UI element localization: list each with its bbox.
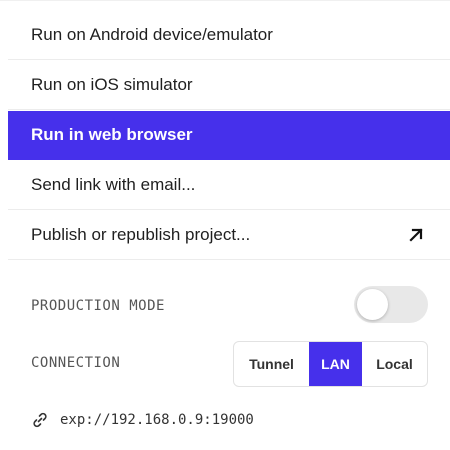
connection-label: CONNECTION xyxy=(31,355,121,371)
production-mode-toggle[interactable] xyxy=(354,286,428,323)
send-link-item[interactable]: Send link with email... xyxy=(8,161,450,210)
publish-label: Publish or republish project... xyxy=(31,225,251,244)
connection-lan-option[interactable]: LAN xyxy=(309,342,362,386)
project-url-row: exp://192.168.0.9:19000 xyxy=(31,410,254,430)
project-url[interactable]: exp://192.168.0.9:19000 xyxy=(60,412,254,428)
connection-tunnel-option[interactable]: Tunnel xyxy=(234,342,309,386)
send-link-label: Send link with email... xyxy=(31,175,196,194)
connection-local-option[interactable]: Local xyxy=(362,342,427,386)
top-divider xyxy=(0,0,450,11)
run-android-label: Run on Android device/emulator xyxy=(31,25,273,44)
run-web-label: Run in web browser xyxy=(31,125,193,144)
run-ios-item[interactable]: Run on iOS simulator xyxy=(8,61,450,110)
arrow-up-right-icon xyxy=(406,225,426,245)
production-mode-label: PRODUCTION MODE xyxy=(31,298,165,314)
run-android-item[interactable]: Run on Android device/emulator xyxy=(8,11,450,60)
toggle-knob xyxy=(357,289,388,320)
run-web-item[interactable]: Run in web browser xyxy=(8,111,450,160)
connection-selector: Tunnel LAN Local xyxy=(233,341,428,387)
link-icon xyxy=(31,410,51,430)
run-ios-label: Run on iOS simulator xyxy=(31,75,193,94)
expo-run-menu: Run on Android device/emulator Run on iO… xyxy=(0,0,450,450)
publish-item[interactable]: Publish or republish project... xyxy=(8,211,450,260)
